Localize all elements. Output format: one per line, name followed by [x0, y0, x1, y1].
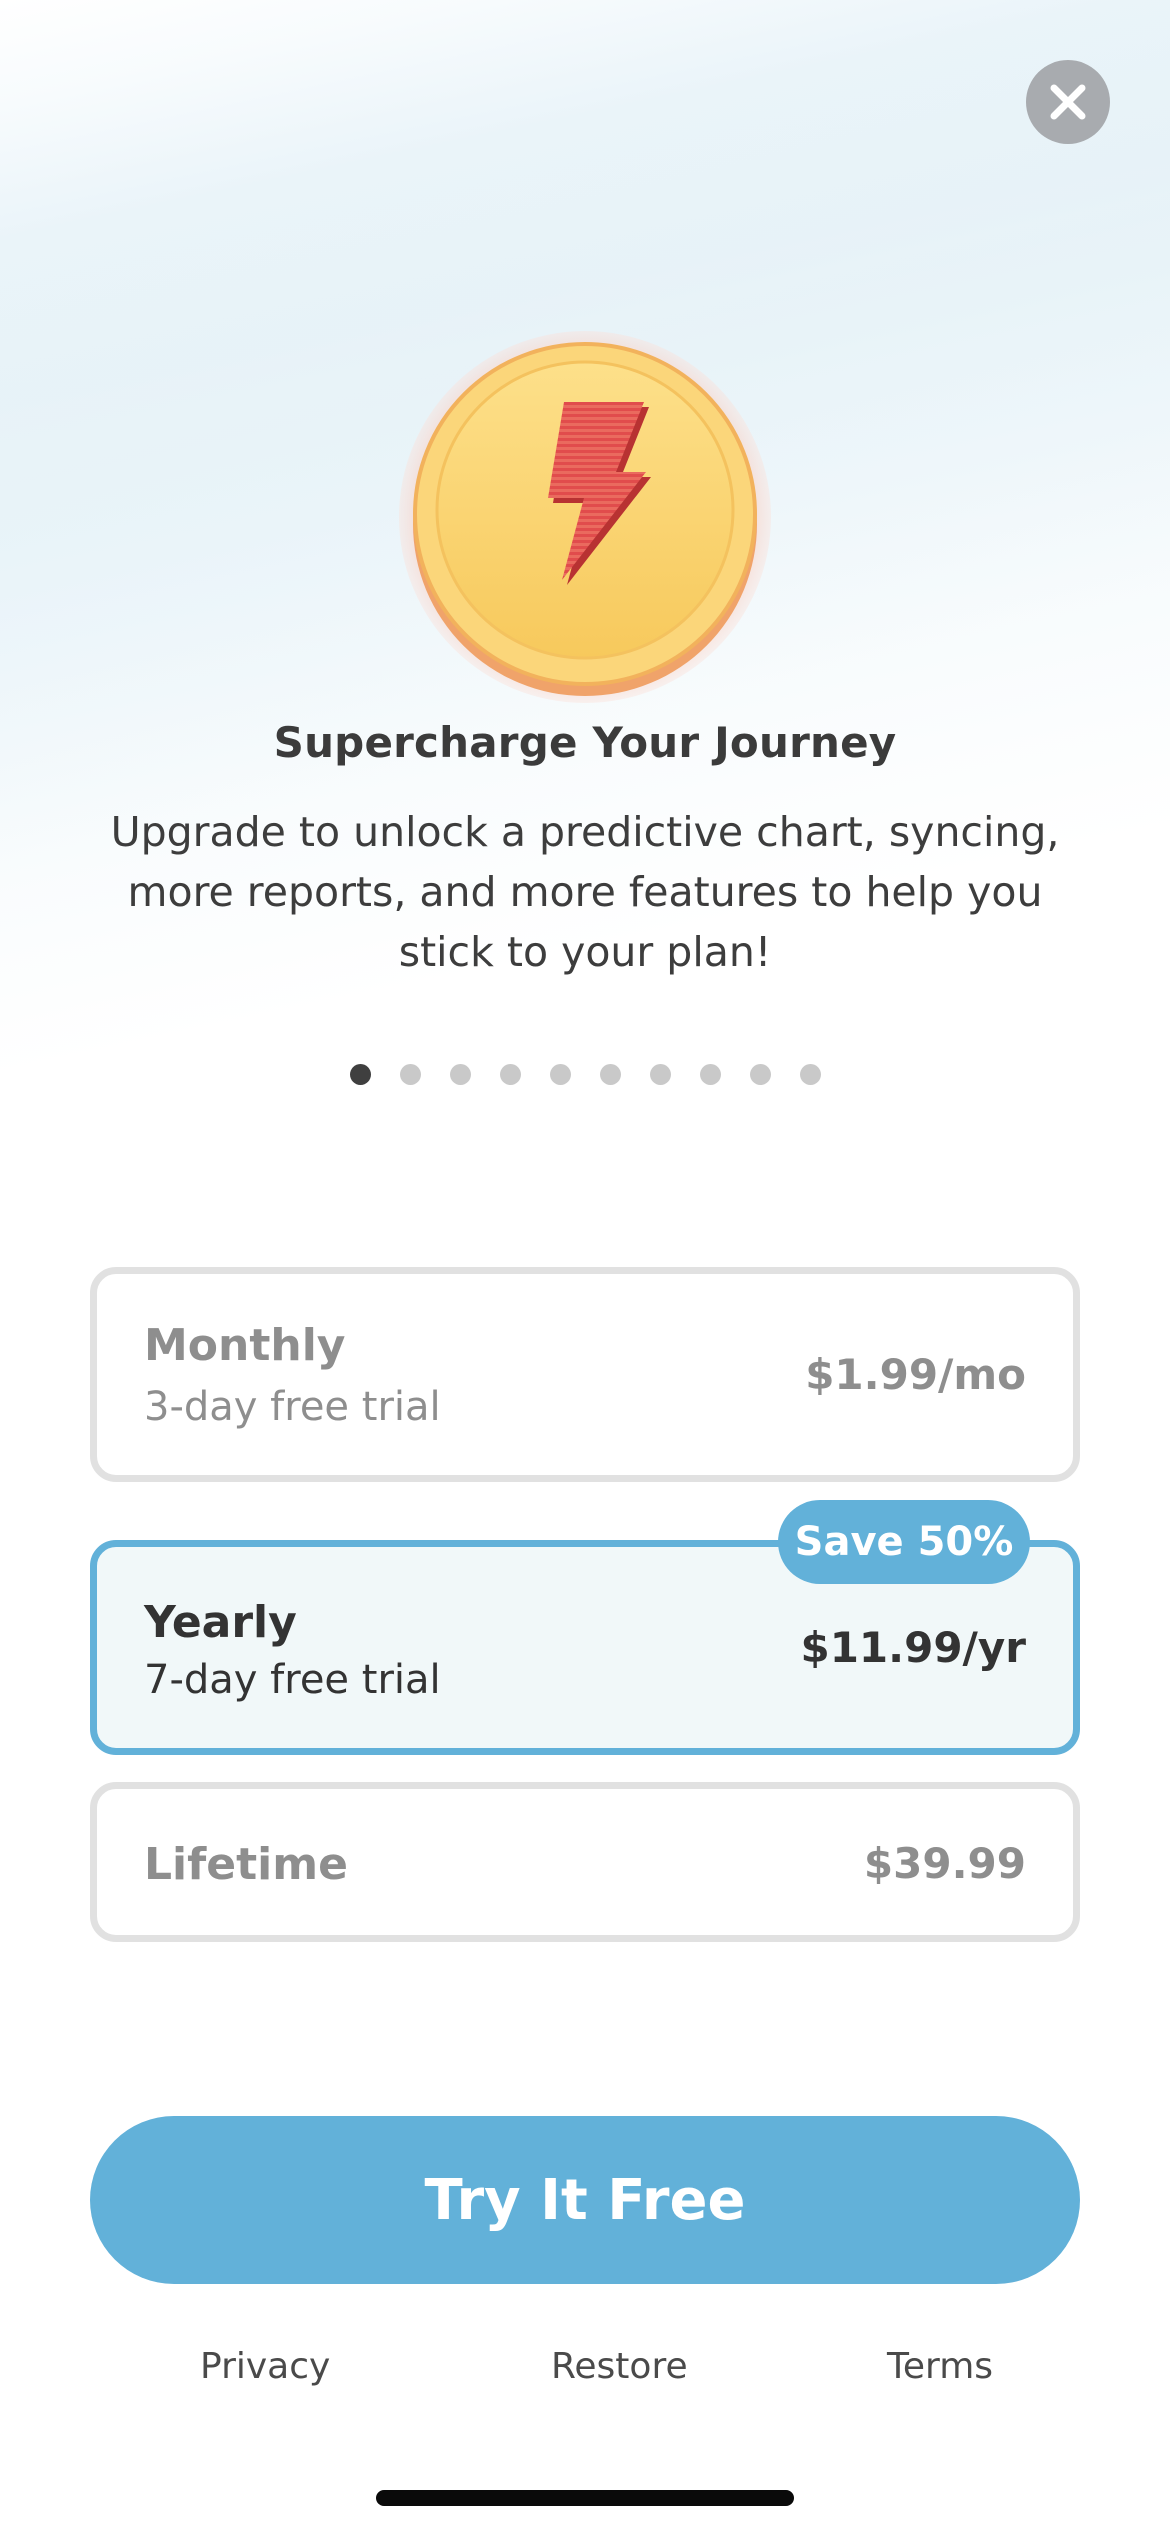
page-dot[interactable] [499, 1064, 521, 1085]
save-badge: Save 50% [778, 1500, 1030, 1584]
page-indicator [0, 1064, 1170, 1085]
page-dot[interactable] [749, 1064, 771, 1085]
close-button[interactable] [1026, 60, 1110, 144]
privacy-link[interactable]: Privacy [200, 2346, 330, 2387]
page-dot[interactable] [599, 1064, 621, 1085]
page-dot-active[interactable] [349, 1064, 371, 1085]
plan-price: $11.99/yr [800, 1623, 1026, 1672]
page-dot[interactable] [549, 1064, 571, 1085]
plan-name: Lifetime [144, 1839, 348, 1890]
plan-option-lifetime[interactable]: Lifetime $39.99 [90, 1782, 1080, 1942]
terms-link[interactable]: Terms [887, 2346, 993, 2387]
page-dot[interactable] [699, 1064, 721, 1085]
page-subtitle: Upgrade to unlock a predictive chart, sy… [110, 808, 1060, 976]
plan-price: $39.99 [863, 1839, 1026, 1888]
page-dot[interactable] [649, 1064, 671, 1085]
plan-name: Yearly [144, 1597, 297, 1648]
page-dot[interactable] [799, 1064, 821, 1085]
plan-price: $1.99/mo [805, 1350, 1026, 1399]
try-it-free-button[interactable]: Try It Free [90, 2116, 1080, 2284]
close-x-icon [1050, 84, 1086, 120]
home-indicator[interactable] [376, 2490, 794, 2506]
lightning-coin-icon [398, 330, 772, 704]
plan-option-monthly[interactable]: Monthly 3-day free trial $1.99/mo [90, 1267, 1080, 1482]
plan-name: Monthly [144, 1320, 346, 1371]
page-dot[interactable] [399, 1064, 421, 1085]
page-title: Supercharge Your Journey [273, 718, 897, 767]
restore-link[interactable]: Restore [551, 2346, 688, 2387]
plan-trial: 3-day free trial [144, 1384, 441, 1430]
plan-trial: 7-day free trial [144, 1657, 441, 1703]
page-dot[interactable] [449, 1064, 471, 1085]
